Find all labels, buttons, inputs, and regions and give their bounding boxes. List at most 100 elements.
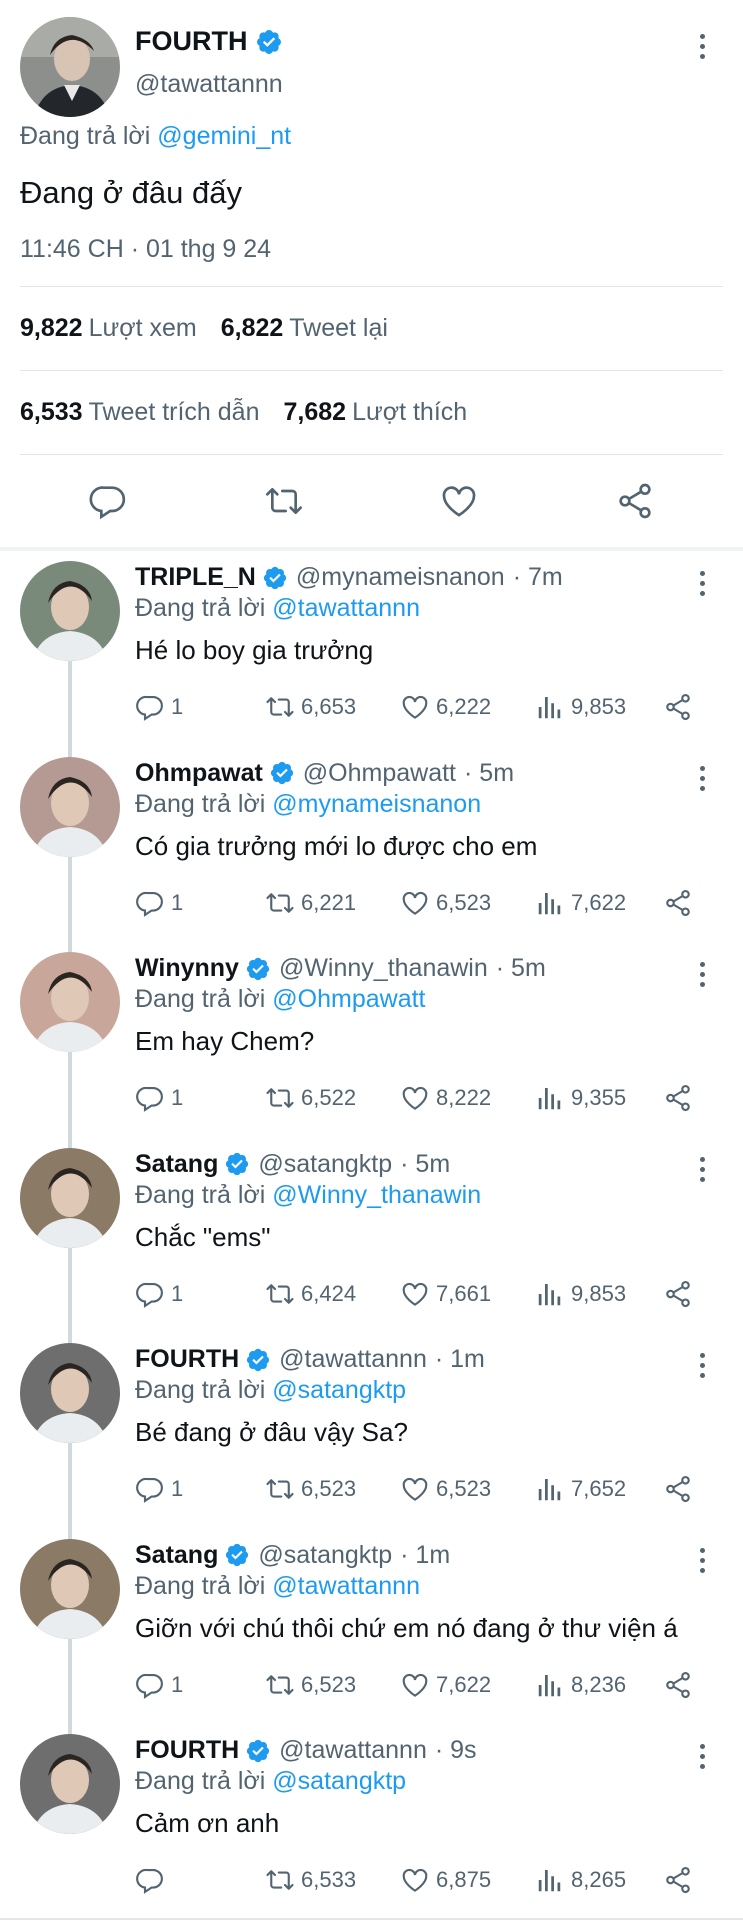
like-button[interactable]: 7,661 xyxy=(400,1276,491,1312)
reply-tweet[interactable]: FOURTH @tawattannn · 1m Đang trả lời @sa… xyxy=(0,1333,743,1541)
avatar[interactable] xyxy=(20,756,120,857)
more-vertical-icon[interactable] xyxy=(690,954,714,994)
more-vertical-icon[interactable] xyxy=(690,1541,714,1581)
author-handle[interactable]: @tawattannn xyxy=(279,1345,427,1374)
reply-button[interactable]: 1 xyxy=(135,689,183,725)
tweet-text: Bé đang ở đâu vậy Sa? xyxy=(135,1417,408,1447)
avatar[interactable] xyxy=(20,1538,120,1639)
reply-time[interactable]: · 5m xyxy=(400,1150,450,1179)
author-name[interactable]: FOURTH xyxy=(135,1345,239,1374)
reply-tweet[interactable]: Ohmpawat @Ohmpawatt · 5m Đang trả lời @m… xyxy=(0,747,743,954)
more-vertical-icon[interactable] xyxy=(690,1736,714,1776)
reply-button[interactable]: 1 xyxy=(135,885,183,921)
replying-to-link[interactable]: @Ohmpawatt xyxy=(272,985,425,1013)
author-handle[interactable]: @Winny_thanawin xyxy=(279,954,488,983)
more-vertical-icon[interactable] xyxy=(690,1150,714,1190)
replying-to-link[interactable]: @satangktp xyxy=(272,1376,406,1404)
replying-to-link[interactable]: @mynameisnanon xyxy=(272,790,481,818)
replying-to-link[interactable]: @gemini_nt xyxy=(157,122,291,150)
views-stat[interactable]: 9,822 Lượt xem xyxy=(20,314,197,343)
reply-button[interactable]: 1 xyxy=(135,1667,183,1703)
reply-tweet[interactable]: TRIPLE_N @mynameisnanon · 7m Đang trả lờ… xyxy=(0,551,743,759)
tweet-timestamp[interactable]: 11:46 CH · 01 thg 9 24 xyxy=(20,235,723,287)
reply-tweet[interactable]: FOURTH @tawattannn · 9s Đang trả lời @sa… xyxy=(0,1724,743,1920)
like-button[interactable]: 7,622 xyxy=(400,1667,491,1703)
like-button[interactable]: 6,222 xyxy=(400,689,491,725)
share-button[interactable] xyxy=(663,1862,699,1898)
heart-icon[interactable] xyxy=(439,481,479,521)
likes-stat[interactable]: 7,682 Lượt thích xyxy=(284,398,468,427)
author-name[interactable]: TRIPLE_N xyxy=(135,563,256,592)
views-button[interactable]: 7,622 xyxy=(535,885,626,921)
avatar[interactable] xyxy=(20,17,120,117)
reply-button[interactable]: 1 xyxy=(135,1080,183,1116)
reply-button[interactable] xyxy=(135,1862,171,1898)
retweet-button[interactable]: 6,424 xyxy=(265,1276,356,1312)
more-vertical-icon[interactable] xyxy=(690,563,714,603)
share-button[interactable] xyxy=(663,885,699,921)
retweet-button[interactable]: 6,522 xyxy=(265,1080,356,1116)
reply-time[interactable]: · 1m xyxy=(435,1345,485,1374)
author-name[interactable]: FOURTH xyxy=(135,1736,239,1765)
avatar[interactable] xyxy=(20,561,120,661)
author-name[interactable]: Satang xyxy=(135,1150,218,1179)
like-count: 7,661 xyxy=(436,1280,492,1306)
author-name[interactable]: FOURTH xyxy=(135,26,247,57)
replying-to-link[interactable]: @tawattannn xyxy=(272,594,420,622)
avatar[interactable] xyxy=(20,1147,120,1248)
share-button[interactable] xyxy=(663,1471,699,1507)
views-button[interactable]: 9,853 xyxy=(535,689,626,725)
like-button[interactable]: 8,222 xyxy=(400,1080,491,1116)
retweet-button[interactable]: 6,221 xyxy=(265,885,356,921)
share-button[interactable] xyxy=(663,1667,699,1703)
author-handle[interactable]: @satangktp xyxy=(258,1150,392,1179)
avatar[interactable] xyxy=(20,1343,120,1443)
author-name[interactable]: Ohmpawat xyxy=(135,759,263,788)
author-handle[interactable]: @Ohmpawatt xyxy=(303,759,456,788)
more-vertical-icon[interactable] xyxy=(690,1345,714,1385)
author-handle[interactable]: @tawattannn xyxy=(135,70,283,99)
retweet-button[interactable]: 6,523 xyxy=(265,1471,356,1507)
retweet-button[interactable]: 6,523 xyxy=(265,1667,356,1703)
replying-to-link[interactable]: @satangktp xyxy=(272,1767,406,1795)
like-button[interactable]: 6,523 xyxy=(400,1471,491,1507)
views-button[interactable]: 8,265 xyxy=(535,1862,626,1898)
retweets-stat[interactable]: 6,822 Tweet lại xyxy=(221,314,388,343)
share-button[interactable] xyxy=(663,689,699,725)
views-button[interactable]: 9,853 xyxy=(535,1276,626,1312)
replying-to-link[interactable]: @tawattannn xyxy=(272,1572,420,1600)
views-button[interactable]: 9,355 xyxy=(535,1080,626,1116)
share-button[interactable] xyxy=(663,1080,699,1116)
like-button[interactable]: 6,875 xyxy=(400,1862,491,1898)
avatar[interactable] xyxy=(20,1734,120,1834)
author-name[interactable]: Satang xyxy=(135,1541,218,1570)
reply-tweet[interactable]: Satang @satangktp · 5m Đang trả lời @Win… xyxy=(0,1138,743,1345)
reply-time[interactable]: · 7m xyxy=(513,563,563,592)
reply-time[interactable]: · 5m xyxy=(464,759,514,788)
views-button[interactable]: 8,236 xyxy=(535,1667,626,1703)
reply-time[interactable]: · 5m xyxy=(496,954,546,983)
author-handle[interactable]: @satangktp xyxy=(258,1541,392,1570)
reply-button[interactable]: 1 xyxy=(135,1471,183,1507)
like-button[interactable]: 6,523 xyxy=(400,885,491,921)
reply-time[interactable]: · 1m xyxy=(400,1541,450,1570)
retweet-icon[interactable] xyxy=(264,481,304,521)
retweet-button[interactable]: 6,533 xyxy=(265,1862,356,1898)
reply-icon[interactable] xyxy=(88,481,128,521)
share-button[interactable] xyxy=(663,1276,699,1312)
reply-tweet[interactable]: Winynny @Winny_thanawin · 5m Đang trả lờ… xyxy=(0,942,743,1150)
author-handle[interactable]: @mynameisnanon xyxy=(296,563,505,592)
share-icon[interactable] xyxy=(615,481,655,521)
author-name[interactable]: Winynny xyxy=(135,954,239,983)
quotes-stat[interactable]: 6,533 Tweet trích dẫn xyxy=(20,398,260,427)
views-button[interactable]: 7,652 xyxy=(535,1471,626,1507)
more-vertical-icon[interactable] xyxy=(690,759,714,799)
retweet-button[interactable]: 6,653 xyxy=(265,689,356,725)
reply-time[interactable]: · 9s xyxy=(435,1736,477,1765)
more-vertical-icon[interactable] xyxy=(690,26,714,66)
replying-to-link[interactable]: @Winny_thanawin xyxy=(272,1181,481,1209)
reply-tweet[interactable]: Satang @satangktp · 1m Đang trả lời @taw… xyxy=(0,1529,743,1736)
reply-button[interactable]: 1 xyxy=(135,1276,183,1312)
author-handle[interactable]: @tawattannn xyxy=(279,1736,427,1765)
avatar[interactable] xyxy=(20,952,120,1052)
